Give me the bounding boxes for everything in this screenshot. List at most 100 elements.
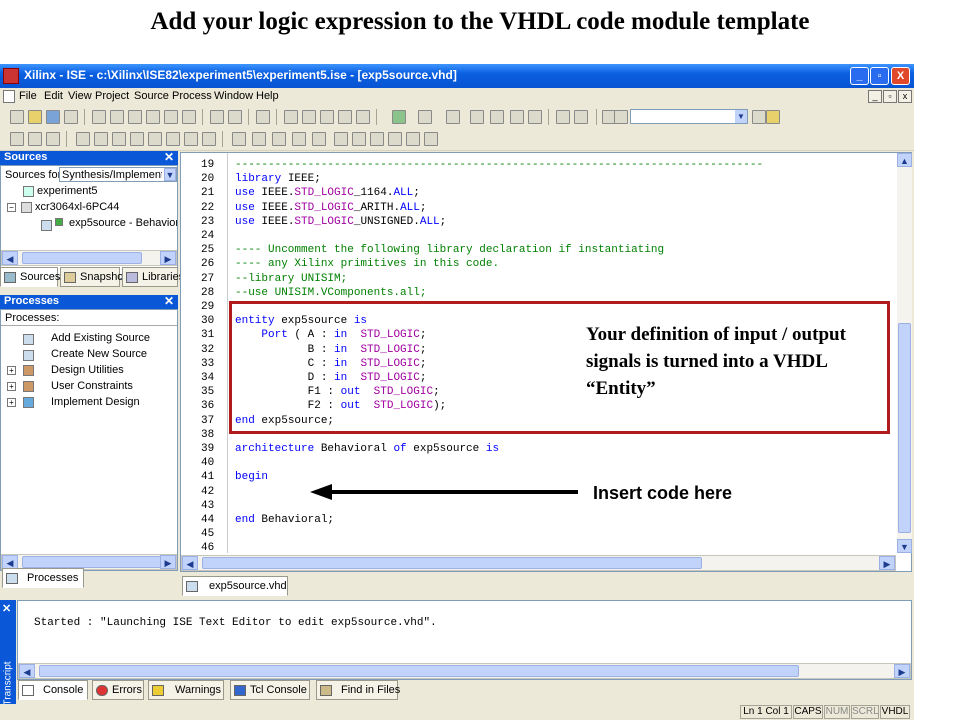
- scroll-thumb[interactable]: [22, 556, 162, 568]
- menu-source[interactable]: Source: [134, 90, 169, 102]
- save-icon[interactable]: [46, 110, 60, 124]
- cascade-icon[interactable]: [528, 110, 542, 124]
- redo-icon[interactable]: [228, 110, 242, 124]
- indent-right-icon[interactable]: [202, 132, 216, 146]
- process-add-existing-source[interactable]: Add Existing Source: [51, 332, 150, 344]
- context-help-icon[interactable]: [256, 110, 270, 124]
- paste-icon[interactable]: [146, 110, 160, 124]
- sources-for-select[interactable]: Synthesis/Implementatic ▼: [59, 167, 177, 182]
- scroll-left-icon[interactable]: ◀: [182, 556, 198, 570]
- run-icon[interactable]: [76, 132, 90, 146]
- tab-tcl-console[interactable]: Tcl Console: [230, 680, 310, 700]
- edit-props-icon[interactable]: [28, 132, 42, 146]
- minimize-button[interactable]: _: [850, 67, 869, 85]
- expand-icon[interactable]: +: [7, 382, 16, 391]
- save-all-icon[interactable]: [64, 110, 78, 124]
- expand-icon[interactable]: +: [7, 398, 16, 407]
- chevron-down-icon[interactable]: ▼: [164, 168, 176, 181]
- misc-icon[interactable]: [406, 132, 420, 146]
- zoom-in-icon[interactable]: [284, 110, 298, 124]
- scroll-right-icon[interactable]: ▶: [160, 555, 176, 569]
- check-icon[interactable]: [46, 132, 60, 146]
- refresh-icon[interactable]: [392, 110, 406, 124]
- tab-warnings[interactable]: Warnings: [148, 680, 224, 700]
- project-props-icon[interactable]: [10, 132, 24, 146]
- scroll-down-icon[interactable]: ▼: [897, 539, 912, 553]
- process-design-utilities[interactable]: Design Utilities: [51, 364, 124, 376]
- uncomment-icon[interactable]: [292, 132, 306, 146]
- find-in-files-icon[interactable]: [614, 110, 628, 124]
- copy-icon[interactable]: [128, 110, 142, 124]
- process-create-new-source[interactable]: Create New Source: [51, 348, 147, 360]
- stop-icon[interactable]: [130, 132, 144, 146]
- scroll-thumb[interactable]: [898, 323, 911, 533]
- menu-project[interactable]: Project: [95, 90, 129, 102]
- print-icon[interactable]: [92, 110, 106, 124]
- find-icon[interactable]: [356, 110, 370, 124]
- close-icon[interactable]: ✕: [164, 294, 174, 308]
- delete-icon[interactable]: [164, 110, 178, 124]
- tab-find-in-files[interactable]: Find in Files: [316, 680, 400, 700]
- scroll-left-icon[interactable]: ◀: [2, 251, 18, 265]
- rerun-icon[interactable]: [94, 132, 108, 146]
- zoom-full-icon[interactable]: [320, 110, 334, 124]
- close-icon[interactable]: ✕: [2, 602, 11, 615]
- close-button[interactable]: X: [891, 67, 910, 85]
- process-implement-design[interactable]: Implement Design: [51, 396, 140, 408]
- layout-icon[interactable]: [446, 110, 460, 124]
- pin-icon[interactable]: [556, 110, 570, 124]
- lightbulb-icon[interactable]: [766, 110, 780, 124]
- search-go-icon[interactable]: [752, 110, 766, 124]
- zoom-selection-icon[interactable]: [338, 110, 352, 124]
- clear-bookmarks-icon[interactable]: [370, 132, 384, 146]
- menu-edit[interactable]: Edit: [44, 90, 63, 102]
- expand-icon[interactable]: +: [7, 366, 16, 375]
- bookmark-icon[interactable]: [312, 132, 326, 146]
- wizard-icon[interactable]: [418, 110, 432, 124]
- rerun-all-icon[interactable]: [112, 132, 126, 146]
- tree-device[interactable]: xcr3064xl-6PC44: [35, 201, 119, 213]
- maximize-button[interactable]: ▫: [870, 67, 889, 85]
- align-icon[interactable]: [232, 132, 246, 146]
- editor-hscroll[interactable]: ◀ ▶: [181, 555, 896, 571]
- scroll-thumb[interactable]: [39, 665, 799, 677]
- tree-project[interactable]: experiment5: [37, 185, 98, 197]
- tab-sources[interactable]: Sources: [0, 267, 60, 287]
- next-bookmark-icon[interactable]: [334, 132, 348, 146]
- language-template-icon[interactable]: [388, 132, 402, 146]
- mdi-close-button[interactable]: x: [898, 90, 912, 103]
- cut-icon[interactable]: [110, 110, 124, 124]
- whats-this-icon[interactable]: [574, 110, 588, 124]
- comment-icon[interactable]: [272, 132, 286, 146]
- chevron-down-icon[interactable]: ▼: [735, 110, 747, 123]
- tree-source[interactable]: exp5source - Behavioral (e: [69, 217, 177, 229]
- zoom-out-icon[interactable]: [302, 110, 316, 124]
- copy-attributes-icon[interactable]: [182, 110, 196, 124]
- open-folder-icon[interactable]: [28, 110, 42, 124]
- vertical-split-icon[interactable]: [490, 110, 504, 124]
- tab-console[interactable]: Console: [18, 680, 88, 700]
- indent-left-icon[interactable]: [184, 132, 198, 146]
- tab-processes[interactable]: Processes: [2, 568, 84, 588]
- open-icon[interactable]: [166, 132, 180, 146]
- horizontal-split-icon[interactable]: [470, 110, 484, 124]
- scroll-thumb[interactable]: [22, 252, 142, 264]
- undo-icon[interactable]: [210, 110, 224, 124]
- tab-exp5source[interactable]: exp5source.vhd: [182, 576, 288, 596]
- scroll-left-icon[interactable]: ◀: [2, 555, 18, 569]
- menu-file[interactable]: File: [19, 90, 37, 102]
- tab-snapshot[interactable]: Snapshot: [60, 267, 126, 287]
- process-user-constraints[interactable]: User Constraints: [51, 380, 133, 392]
- toggle-icon[interactable]: [252, 132, 266, 146]
- close-icon[interactable]: ✕: [164, 150, 174, 164]
- scroll-up-icon[interactable]: ▲: [897, 153, 912, 167]
- scroll-thumb[interactable]: [202, 557, 702, 569]
- editor-vscroll[interactable]: ▲ ▼: [897, 153, 912, 553]
- scroll-right-icon[interactable]: ▶: [879, 556, 895, 570]
- tab-libraries[interactable]: Libraries: [122, 267, 184, 287]
- menu-view[interactable]: View: [68, 90, 92, 102]
- prev-bookmark-icon[interactable]: [352, 132, 366, 146]
- sources-hscroll[interactable]: ◀ ▶: [1, 250, 177, 266]
- menu-window[interactable]: Window: [214, 90, 253, 102]
- menu-help[interactable]: Help: [256, 90, 279, 102]
